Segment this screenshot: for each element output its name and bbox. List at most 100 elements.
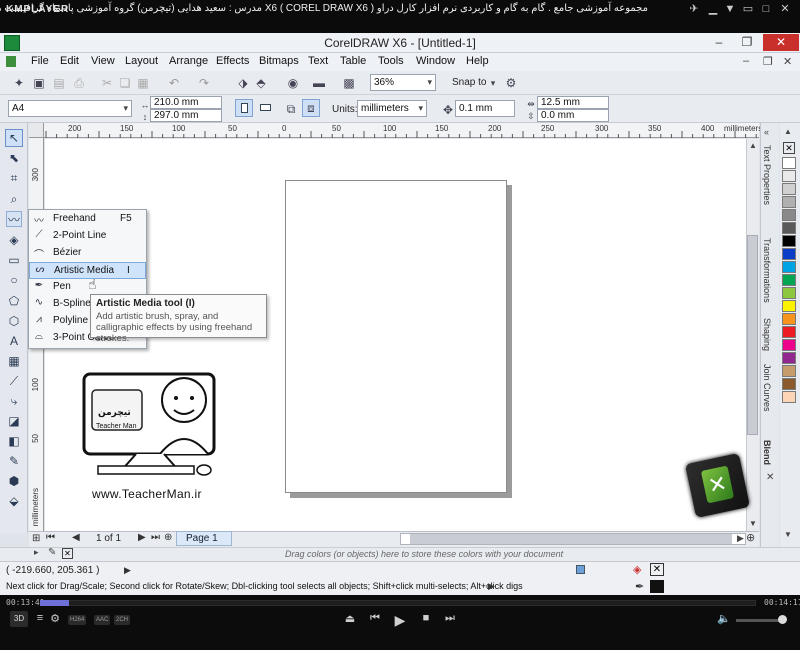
- menu-arrange[interactable]: Arrange: [169, 55, 208, 67]
- eyedropper-tool-icon[interactable]: ✎: [6, 453, 22, 469]
- rectangle-tool-icon[interactable]: ▭: [6, 252, 22, 268]
- docbar-eyedropper-icon[interactable]: ✎: [48, 547, 56, 558]
- docker-tab-transformations[interactable]: Transformations: [762, 238, 772, 303]
- stop-icon[interactable]: ■: [418, 612, 434, 624]
- color-swatch[interactable]: [782, 170, 796, 182]
- pick-tool-icon[interactable]: ↖: [6, 130, 22, 146]
- blend-tool-icon[interactable]: ◪: [6, 413, 22, 429]
- scroll-right-icon[interactable]: ▶: [737, 533, 744, 544]
- color-swatch[interactable]: [782, 235, 796, 247]
- page-options-icon[interactable]: ⊞: [32, 533, 40, 544]
- freehand-tool-icon[interactable]: 〰: [6, 211, 22, 227]
- last-page-icon[interactable]: ⏭: [151, 532, 160, 543]
- color-swatch[interactable]: [782, 326, 796, 338]
- color-swatch[interactable]: [782, 365, 796, 377]
- restore-button[interactable]: ❐: [734, 34, 760, 51]
- horizontal-ruler[interactable]: 200 150 100 50 0 50 100 150 200 250 300 …: [44, 123, 762, 138]
- play-icon[interactable]: ▶: [392, 612, 408, 629]
- color-swatch[interactable]: [782, 300, 796, 312]
- fill-none-swatch[interactable]: ✕: [650, 563, 664, 576]
- color-swatch[interactable]: [782, 391, 796, 403]
- scroll-down-icon[interactable]: ▼: [749, 519, 757, 528]
- close-button[interactable]: ✕: [763, 34, 799, 51]
- page-tab[interactable]: Page 1: [176, 531, 232, 546]
- coords-arrow-icon[interactable]: ▶: [124, 565, 131, 576]
- paste-icon[interactable]: ▦: [136, 76, 150, 90]
- outline-tool-icon[interactable]: ⬢: [6, 473, 22, 489]
- color-swatch[interactable]: [782, 209, 796, 221]
- connector-tool-icon[interactable]: ⤷: [6, 393, 22, 409]
- page-width-field[interactable]: 210.0 mm: [150, 96, 222, 109]
- eject-icon[interactable]: ⏏: [342, 612, 358, 625]
- import-icon[interactable]: ⬗: [236, 76, 250, 90]
- previous-page-icon[interactable]: ◀: [72, 532, 80, 543]
- km-menu-icon[interactable]: ▼: [723, 2, 737, 16]
- add-page-icon[interactable]: ⊕: [164, 532, 172, 543]
- pin-icon[interactable]: ✈: [687, 2, 701, 16]
- smart-fill-tool-icon[interactable]: ◈: [6, 232, 22, 248]
- km-close-icon[interactable]: ✕: [778, 2, 792, 16]
- flyout-item-bezier[interactable]: ⌒ Bézier: [29, 245, 146, 262]
- document-icon[interactable]: [6, 56, 16, 67]
- text-tool-icon[interactable]: A: [6, 333, 22, 349]
- 3d-button[interactable]: 3D: [10, 611, 28, 627]
- docker-tab-blend[interactable]: Blend: [762, 440, 772, 465]
- zoom-tool-icon[interactable]: ⌕: [6, 191, 22, 207]
- next-page-icon[interactable]: ▶: [138, 532, 146, 543]
- playlist-icon[interactable]: ≡: [32, 612, 48, 624]
- menu-view[interactable]: View: [91, 55, 115, 67]
- ruler-origin[interactable]: [29, 123, 44, 138]
- current-page-button[interactable]: ⧈: [302, 99, 320, 117]
- page-height-field[interactable]: 297.0 mm: [150, 109, 222, 122]
- docker-tab-text-properties[interactable]: Text Properties: [762, 145, 772, 205]
- km-minimize-icon[interactable]: ▁: [706, 2, 720, 16]
- cut-icon[interactable]: ✂: [100, 76, 114, 90]
- shape-tool-icon[interactable]: ⬉: [6, 150, 22, 166]
- color-swatch[interactable]: [782, 157, 796, 169]
- fill-tool-icon[interactable]: ⬙: [6, 493, 22, 509]
- outline-color-swatch[interactable]: [650, 580, 664, 593]
- basic-shapes-tool-icon[interactable]: ⬡: [6, 313, 22, 329]
- open-icon[interactable]: ▣: [32, 76, 46, 90]
- duplicate-x-field[interactable]: 12.5 mm: [537, 96, 609, 109]
- color-swatch[interactable]: [782, 287, 796, 299]
- redo-icon[interactable]: ↷: [197, 76, 211, 90]
- km-restore-icon[interactable]: ▭: [741, 2, 755, 16]
- menu-effects[interactable]: Effects: [216, 55, 249, 67]
- welcome-screen-icon[interactable]: ▩: [342, 76, 356, 90]
- palette-scroll-down-icon[interactable]: ▼: [784, 530, 792, 539]
- hint-arrow-icon[interactable]: ▶: [488, 581, 495, 592]
- settings-icon[interactable]: ⚙: [47, 612, 63, 625]
- docker-tab-join-curves[interactable]: Join Curves: [762, 364, 772, 412]
- table-tool-icon[interactable]: ▦: [6, 353, 22, 369]
- menu-edit[interactable]: Edit: [60, 55, 79, 67]
- menu-bitmaps[interactable]: Bitmaps: [259, 55, 299, 67]
- outline-status-icon[interactable]: ✒: [635, 580, 644, 593]
- all-pages-icon[interactable]: ⧉: [284, 102, 298, 116]
- menu-file[interactable]: File: [31, 55, 49, 67]
- volume-icon[interactable]: 🔈: [716, 612, 732, 625]
- km-maximize-icon[interactable]: □: [759, 2, 773, 16]
- horizontal-scroll-thumb[interactable]: [410, 534, 732, 544]
- color-swatch[interactable]: [782, 274, 796, 286]
- undo-icon[interactable]: ↶: [167, 76, 181, 90]
- color-swatch[interactable]: [782, 313, 796, 325]
- scroll-up-icon[interactable]: ▲: [749, 141, 757, 150]
- volume-knob[interactable]: [778, 615, 787, 624]
- color-swatch[interactable]: [782, 261, 796, 273]
- first-page-icon[interactable]: ⏮: [46, 532, 55, 543]
- dimension-tool-icon[interactable]: ⟋: [6, 373, 22, 389]
- previous-icon[interactable]: ⏮: [367, 612, 383, 625]
- color-swatch[interactable]: [782, 222, 796, 234]
- color-proof-icon[interactable]: [576, 565, 585, 574]
- copy-icon[interactable]: ❏: [118, 76, 132, 90]
- palette-scroll-up-icon[interactable]: ▲: [784, 127, 792, 136]
- navigator-zoom-icon[interactable]: ⊕: [746, 531, 755, 544]
- duplicate-y-field[interactable]: 0.0 mm: [537, 109, 609, 122]
- units-select[interactable]: millimeters: [357, 100, 427, 117]
- export-icon[interactable]: ⬘: [254, 76, 268, 90]
- docker-close-icon[interactable]: ✕: [766, 472, 774, 483]
- docker-collapse-icon[interactable]: «: [764, 127, 769, 137]
- minimize-button[interactable]: –: [706, 34, 732, 51]
- menu-table[interactable]: Table: [340, 55, 366, 67]
